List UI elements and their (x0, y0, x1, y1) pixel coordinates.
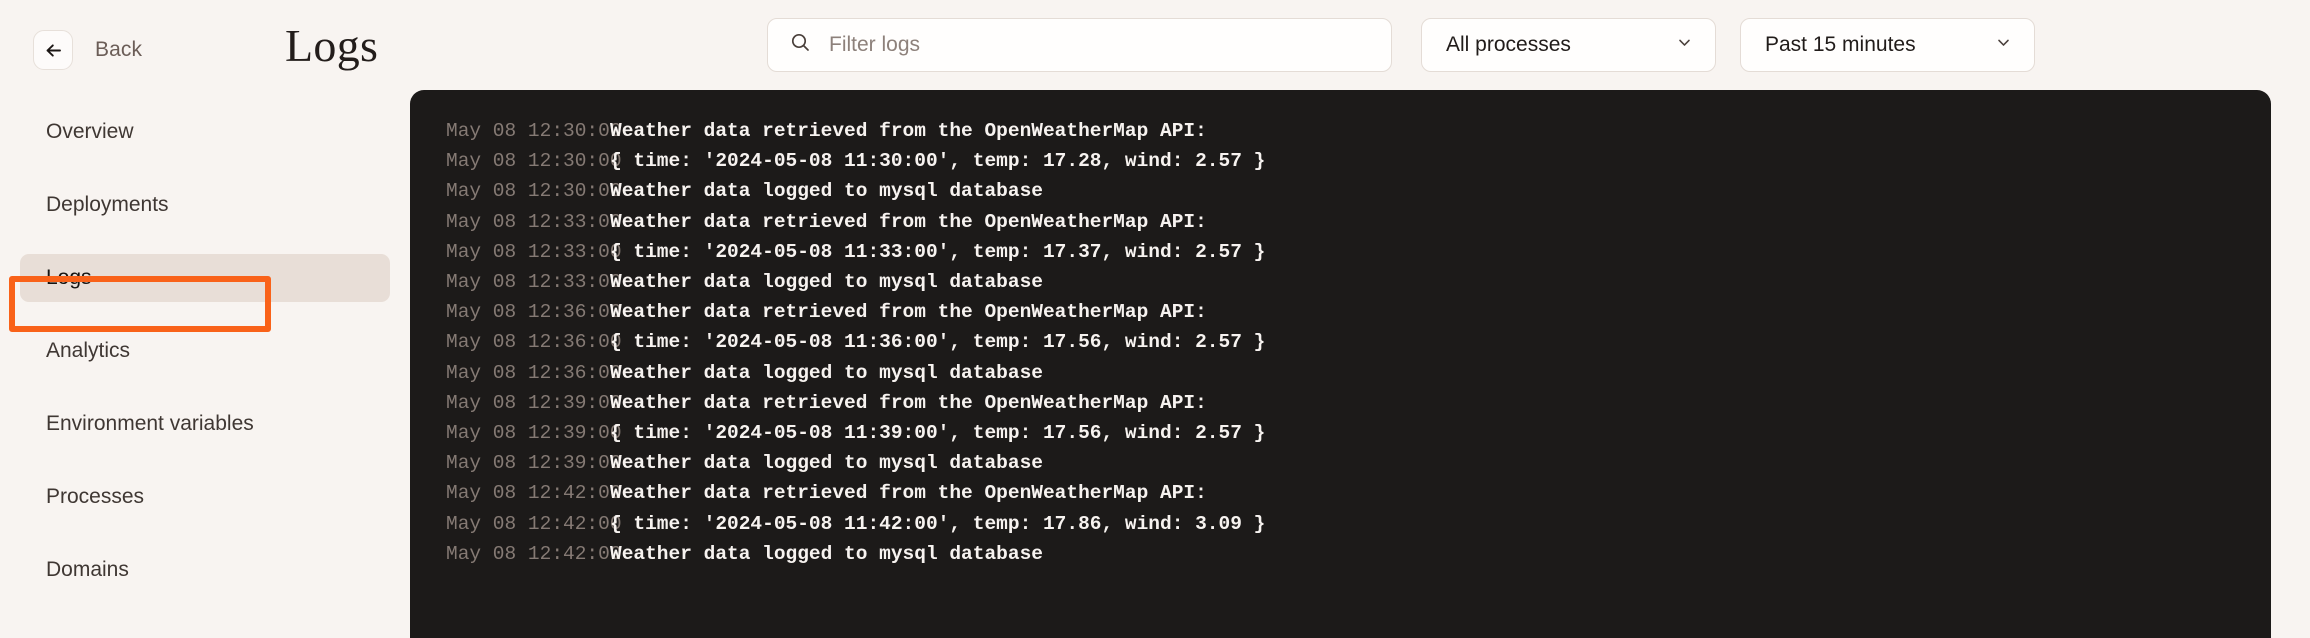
log-timestamp: May 08 12:30:00 (446, 150, 622, 173)
sidebar-item-overview[interactable]: Overview (20, 108, 390, 156)
sidebar-item-deployments[interactable]: Deployments (20, 181, 390, 229)
sidebar: Back Overview Deployments Logs Analytics… (0, 0, 410, 638)
log-message: { time: '2024-05-08 11:33:00', temp: 17.… (610, 240, 1266, 263)
log-line: May 08 12:42:00{ time: '2024-05-08 11:42… (410, 509, 2271, 539)
log-line: May 08 12:39:00 Weather data logged to my… (410, 448, 2271, 478)
log-message: Weather data retrieved from the OpenWeat… (610, 482, 1207, 505)
log-message: Weather data logged to mysql database (610, 542, 1043, 565)
sidebar-item-processes[interactable]: Processes (20, 473, 390, 521)
search-input[interactable] (829, 33, 1369, 57)
log-line: May 08 12:39:00 Weather data retrieved fr… (410, 388, 2271, 418)
log-timestamp: May 08 12:39:00 (446, 422, 622, 445)
sidebar-item-label: Environment variables (46, 412, 254, 435)
log-line: May 08 12:36:00 Weather data logged to my… (410, 358, 2271, 388)
page-title: Logs (285, 19, 379, 71)
log-line: May 08 12:36:00 Weather data retrieved fr… (410, 297, 2271, 327)
sidebar-item-environment-variables[interactable]: Environment variables (20, 400, 390, 448)
log-line: May 08 12:36:00{ time: '2024-05-08 11:36… (410, 327, 2271, 357)
log-timestamp: May 08 12:30:00 (446, 180, 622, 203)
sidebar-item-label: Processes (46, 485, 145, 508)
sidebar-item-label: Overview (46, 120, 134, 143)
log-timestamp: May 08 12:42:00 (446, 542, 622, 565)
log-message: Weather data retrieved from the OpenWeat… (610, 210, 1207, 233)
log-output-panel[interactable]: May 08 12:30:00 Weather data retrieved fr… (410, 90, 2271, 638)
chevron-down-icon (1676, 33, 1693, 57)
log-timestamp: May 08 12:30:00 (446, 120, 622, 142)
log-line: May 08 12:33:00{ time: '2024-05-08 11:33… (410, 237, 2271, 267)
back-label[interactable]: Back (95, 38, 142, 62)
log-timestamp: May 08 12:39:00 (446, 391, 622, 414)
log-timestamp: May 08 12:33:00 (446, 210, 622, 233)
log-message: Weather data retrieved from the OpenWeat… (610, 391, 1207, 414)
log-line: May 08 12:42:00 Weather data logged to my… (410, 539, 2271, 569)
process-filter-value: All processes (1446, 33, 1571, 56)
log-line: May 08 12:39:00{ time: '2024-05-08 11:39… (410, 418, 2271, 448)
log-line: May 08 12:30:00 Weather data retrieved fr… (410, 116, 2271, 146)
time-range-value: Past 15 minutes (1765, 33, 1916, 56)
sidebar-nav: Overview Deployments Logs Analytics Envi… (0, 108, 410, 594)
sidebar-item-label: Logs (46, 266, 92, 289)
log-timestamp: May 08 12:36:00 (446, 361, 622, 384)
log-timestamp: May 08 12:33:00 (446, 240, 622, 263)
main-content: Logs All processes Past 15 minutes (285, 0, 2310, 638)
log-message: Weather data logged to mysql database (610, 271, 1043, 294)
time-range-dropdown[interactable]: Past 15 minutes (1740, 18, 2035, 72)
log-message: Weather data retrieved from the OpenWeat… (610, 120, 1207, 142)
arrow-left-icon (43, 40, 64, 61)
log-message: { time: '2024-05-08 11:30:00', temp: 17.… (610, 150, 1266, 173)
log-message: Weather data logged to mysql database (610, 452, 1043, 475)
toolbar: Logs All processes Past 15 minutes (285, 0, 2310, 90)
log-line: May 08 12:33:00 Weather data logged to my… (410, 267, 2271, 297)
log-message: { time: '2024-05-08 11:42:00', temp: 17.… (610, 512, 1266, 535)
log-timestamp: May 08 12:42:00 (446, 512, 622, 535)
log-message: Weather data retrieved from the OpenWeat… (610, 301, 1207, 324)
log-timestamp: May 08 12:33:00 (446, 271, 622, 294)
search-icon (790, 32, 811, 58)
log-line: May 08 12:33:00 Weather data retrieved fr… (410, 207, 2271, 237)
process-filter-dropdown[interactable]: All processes (1421, 18, 1716, 72)
log-message: { time: '2024-05-08 11:36:00', temp: 17.… (610, 331, 1266, 354)
log-line: May 08 12:30:00{ time: '2024-05-08 11:30… (410, 146, 2271, 176)
log-timestamp: May 08 12:42:00 (446, 482, 622, 505)
sidebar-item-analytics[interactable]: Analytics (20, 327, 390, 375)
log-timestamp: May 08 12:36:00 (446, 301, 622, 324)
sidebar-item-logs[interactable]: Logs (20, 254, 390, 302)
log-line: May 08 12:42:00 Weather data retrieved fr… (410, 478, 2271, 508)
sidebar-item-label: Deployments (46, 193, 169, 216)
chevron-down-icon (1995, 33, 2012, 57)
search-logs-field[interactable] (767, 18, 1392, 72)
log-timestamp: May 08 12:39:00 (446, 452, 622, 475)
log-message: Weather data logged to mysql database (610, 361, 1043, 384)
log-message: { time: '2024-05-08 11:39:00', temp: 17.… (610, 422, 1266, 445)
log-timestamp: May 08 12:36:00 (446, 331, 622, 354)
back-button[interactable] (33, 30, 73, 70)
log-line: May 08 12:30:00 Weather data logged to my… (410, 176, 2271, 206)
sidebar-item-label: Domains (46, 558, 129, 581)
sidebar-item-label: Analytics (46, 339, 131, 362)
log-lines-container: May 08 12:30:00 Weather data retrieved fr… (410, 116, 2271, 569)
log-message: Weather data logged to mysql database (610, 180, 1043, 203)
sidebar-item-domains[interactable]: Domains (20, 546, 390, 594)
